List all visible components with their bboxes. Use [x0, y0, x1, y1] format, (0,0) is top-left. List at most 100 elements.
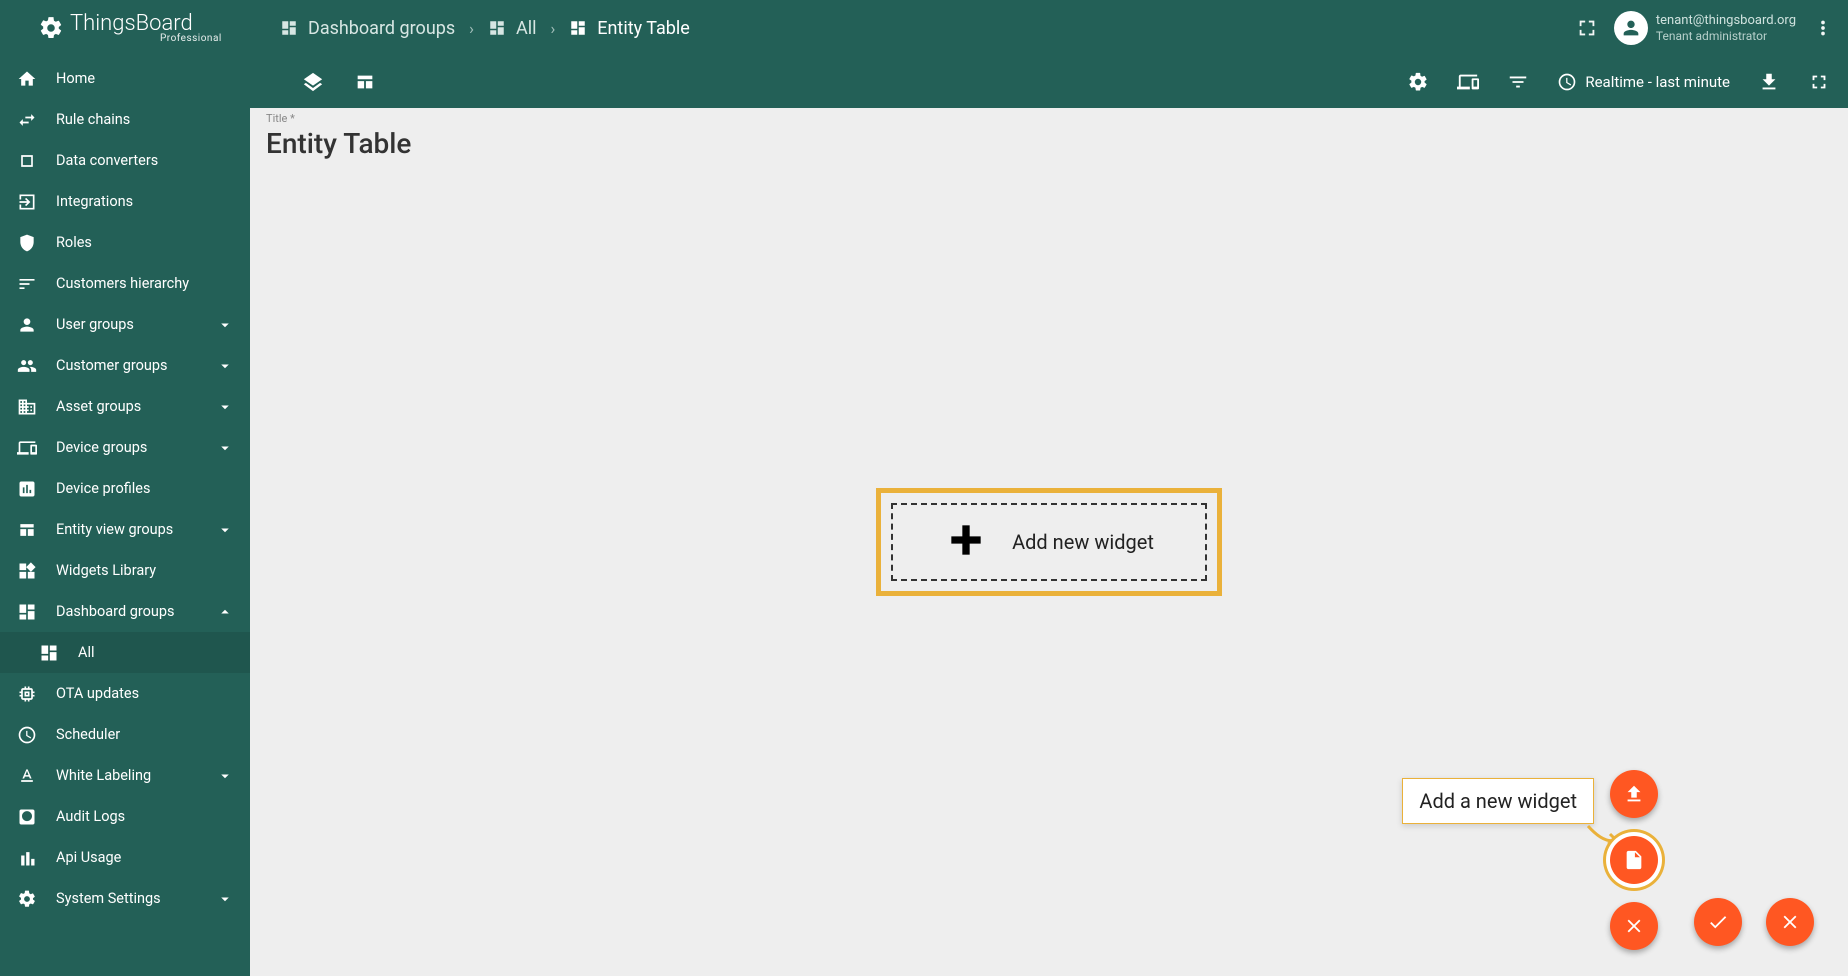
- sidebar-item-scheduler[interactable]: Scheduler: [0, 714, 250, 755]
- breadcrumb-separator: ›: [550, 19, 555, 38]
- chevron-down-icon: [216, 398, 234, 416]
- domain-icon: [16, 396, 38, 418]
- sidebar-item-integrations[interactable]: Integrations: [0, 181, 250, 222]
- logo-icon: [38, 15, 64, 41]
- devices-icon: [16, 437, 38, 459]
- memory-icon: [16, 683, 38, 705]
- breadcrumb-all[interactable]: All: [488, 18, 537, 39]
- sidebar-item-entity-view-groups[interactable]: Entity view groups: [0, 509, 250, 550]
- user-email: tenant@thingsboard.org: [1656, 13, 1796, 29]
- doc-icon: [1623, 849, 1645, 871]
- sort-icon: [16, 273, 38, 295]
- devices-icon: [1457, 71, 1479, 93]
- shield-icon: [16, 232, 38, 254]
- sidebar-item-dashboard-all[interactable]: All: [0, 632, 250, 673]
- sidebar-item-roles[interactable]: Roles: [0, 222, 250, 263]
- sidebar-item-customer-groups[interactable]: Customer groups: [0, 345, 250, 386]
- fab-row-bottom: [1694, 898, 1814, 946]
- layout-button[interactable]: [354, 71, 376, 93]
- fullscreen-icon: [1576, 17, 1598, 39]
- dashboard-icon: [569, 19, 587, 37]
- sidebar-item-asset-groups[interactable]: Asset groups: [0, 386, 250, 427]
- sidebar-item-device-profiles[interactable]: Device profiles: [0, 468, 250, 509]
- breadcrumb-separator: ›: [469, 19, 474, 38]
- user-menu[interactable]: tenant@thingsboard.org Tenant administra…: [1614, 11, 1796, 45]
- fab-cancel[interactable]: [1766, 898, 1814, 946]
- dashboard-canvas: Title * Entity Table Add new widget Add …: [250, 108, 1848, 976]
- breadcrumb: Dashboard groups › All › Entity Table: [250, 18, 690, 39]
- layers-icon: [302, 71, 324, 93]
- people-icon: [16, 355, 38, 377]
- crop-icon: [16, 150, 38, 172]
- settings-button[interactable]: [1407, 71, 1429, 93]
- filter-icon: [1507, 71, 1529, 93]
- dashboard-toolbar: Realtime - last minute: [250, 56, 1848, 108]
- grid-icon: [354, 71, 376, 93]
- view-icon: [16, 519, 38, 541]
- breadcrumb-groups[interactable]: Dashboard groups: [280, 18, 455, 39]
- home-icon: [16, 68, 38, 90]
- avatar-icon: [1614, 11, 1648, 45]
- sidebar-item-ota-updates[interactable]: OTA updates: [0, 673, 250, 714]
- fullscreen-toolbar-button[interactable]: [1808, 71, 1830, 93]
- sidebar-item-widgets-library[interactable]: Widgets Library: [0, 550, 250, 591]
- fab-column: [1610, 770, 1658, 950]
- schedule-icon: [16, 724, 38, 746]
- person-icon: [16, 314, 38, 336]
- sidebar-item-home[interactable]: Home: [0, 58, 250, 99]
- bar-icon: [16, 847, 38, 869]
- app-name: ThingsBoard: [70, 13, 222, 35]
- entities-button[interactable]: [1457, 71, 1479, 93]
- timewindow-button[interactable]: Realtime - last minute: [1557, 72, 1730, 92]
- sidebar-item-audit-logs[interactable]: Audit Logs: [0, 796, 250, 837]
- input-icon: [16, 191, 38, 213]
- fab-close-menu[interactable]: [1610, 902, 1658, 950]
- app-logo[interactable]: ThingsBoard Professional: [0, 13, 250, 44]
- fab-import-widget[interactable]: [1610, 770, 1658, 818]
- check-icon: [1707, 911, 1729, 933]
- fullscreen-button[interactable]: [1574, 15, 1600, 41]
- chevron-down-icon: [216, 357, 234, 375]
- add-widget-label: Add new widget: [1012, 530, 1154, 554]
- format-icon: [16, 765, 38, 787]
- more-button[interactable]: [1810, 15, 1836, 41]
- sidebar-item-system-settings[interactable]: System Settings: [0, 878, 250, 919]
- title-label: Title *: [266, 112, 411, 125]
- gear-icon: [1407, 71, 1429, 93]
- upload-icon: [1623, 783, 1645, 805]
- export-button[interactable]: [1758, 71, 1780, 93]
- settings-icon: [16, 888, 38, 910]
- fab-apply[interactable]: [1694, 898, 1742, 946]
- layers-button[interactable]: [302, 71, 324, 93]
- add-widget-card[interactable]: Add new widget: [876, 488, 1222, 596]
- sidebar-item-device-groups[interactable]: Device groups: [0, 427, 250, 468]
- fab-create-widget[interactable]: [1610, 836, 1658, 884]
- dashboard-icon: [38, 642, 60, 664]
- user-role: Tenant administrator: [1656, 29, 1796, 43]
- sidebar-item-api-usage[interactable]: Api Usage: [0, 837, 250, 878]
- plus-icon: [944, 518, 988, 566]
- dashboard-icon: [488, 19, 506, 37]
- dashboard-icon: [280, 19, 298, 37]
- more-icon: [1812, 17, 1834, 39]
- sidebar-item-rule-chains[interactable]: Rule chains: [0, 99, 250, 140]
- sidebar-item-user-groups[interactable]: User groups: [0, 304, 250, 345]
- swap-icon: [16, 109, 38, 131]
- title-value: Entity Table: [266, 127, 411, 160]
- dashboard-icon: [16, 601, 38, 623]
- close-icon: [1779, 911, 1801, 933]
- tooltip-add-widget: Add a new widget: [1402, 778, 1594, 824]
- sidebar-item-customers-hierarchy[interactable]: Customers hierarchy: [0, 263, 250, 304]
- filter-button[interactable]: [1507, 71, 1529, 93]
- breadcrumb-current[interactable]: Entity Table: [569, 18, 690, 39]
- sidebar-item-white-labeling[interactable]: White Labeling: [0, 755, 250, 796]
- sidebar-item-dashboard-groups[interactable]: Dashboard groups: [0, 591, 250, 632]
- sidebar-item-data-converters[interactable]: Data converters: [0, 140, 250, 181]
- chevron-down-icon: [216, 521, 234, 539]
- close-icon: [1623, 915, 1645, 937]
- chevron-up-icon: [216, 603, 234, 621]
- badge-icon: [16, 478, 38, 500]
- dashboard-title-field[interactable]: Title * Entity Table: [266, 112, 411, 160]
- track-icon: [16, 806, 38, 828]
- app-edition: Professional: [70, 33, 222, 44]
